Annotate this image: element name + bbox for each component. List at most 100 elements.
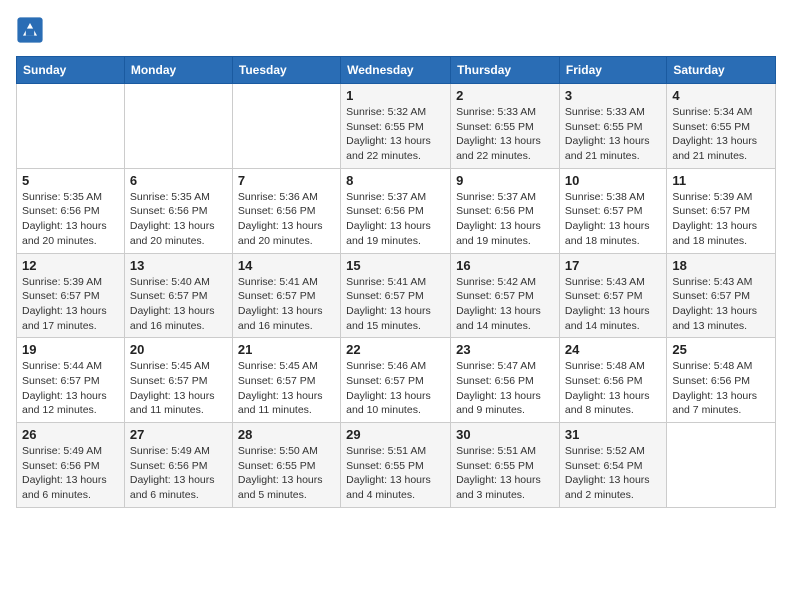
day-number: 31 bbox=[565, 427, 661, 442]
day-detail: Sunrise: 5:32 AM Sunset: 6:55 PM Dayligh… bbox=[346, 105, 445, 164]
day-number: 11 bbox=[672, 173, 770, 188]
day-number: 20 bbox=[130, 342, 227, 357]
calendar-cell: 13Sunrise: 5:40 AM Sunset: 6:57 PM Dayli… bbox=[124, 253, 232, 338]
calendar-cell: 19 Sunrise: 5:44 AM Sunset: 6:57 PM Dayli… bbox=[17, 338, 125, 423]
day-number: 25 bbox=[672, 342, 770, 357]
day-number: 15 bbox=[346, 258, 445, 273]
calendar-cell: 6Sunrise: 5:35 AM Sunset: 6:56 PM Daylig… bbox=[124, 168, 232, 253]
calendar-cell: 12 Sunrise: 5:39 AM Sunset: 6:57 PM Dayli… bbox=[17, 253, 125, 338]
calendar-cell: 4Sunrise: 5:34 AM Sunset: 6:55 PM Daylig… bbox=[667, 84, 776, 169]
calendar-cell bbox=[124, 84, 232, 169]
calendar-cell: 2Sunrise: 5:33 AM Sunset: 6:55 PM Daylig… bbox=[451, 84, 560, 169]
day-detail: Sunrise: 5:39 AM Sunset: 6:57 PM Dayligh… bbox=[22, 275, 119, 334]
day-number: 21 bbox=[238, 342, 335, 357]
calendar-cell: 26 Sunrise: 5:49 AM Sunset: 6:56 PM Dayli… bbox=[17, 423, 125, 508]
calendar-cell: 14 Sunrise: 5:41 AM Sunset: 6:57 PM Dayli… bbox=[232, 253, 340, 338]
calendar-cell: 10 Sunrise: 5:38 AM Sunset: 6:57 PM Dayli… bbox=[559, 168, 666, 253]
day-number: 14 bbox=[238, 258, 335, 273]
day-header: Tuesday bbox=[232, 57, 340, 84]
day-detail: Sunrise: 5:43 AM Sunset: 6:57 PM Dayligh… bbox=[565, 275, 661, 334]
day-detail: Sunrise: 5:44 AM Sunset: 6:57 PM Dayligh… bbox=[22, 359, 119, 418]
day-number: 6 bbox=[130, 173, 227, 188]
day-number: 7 bbox=[238, 173, 335, 188]
calendar-cell: 27Sunrise: 5:49 AM Sunset: 6:56 PM Dayli… bbox=[124, 423, 232, 508]
day-detail: Sunrise: 5:37 AM Sunset: 6:56 PM Dayligh… bbox=[346, 190, 445, 249]
day-detail: Sunrise: 5:34 AM Sunset: 6:55 PM Dayligh… bbox=[672, 105, 770, 164]
page-header bbox=[16, 16, 776, 44]
day-number: 19 bbox=[22, 342, 119, 357]
calendar-cell: 24Sunrise: 5:48 AM Sunset: 6:56 PM Dayli… bbox=[559, 338, 666, 423]
day-detail: Sunrise: 5:42 AM Sunset: 6:57 PM Dayligh… bbox=[456, 275, 554, 334]
calendar-cell: 23Sunrise: 5:47 AM Sunset: 6:56 PM Dayli… bbox=[451, 338, 560, 423]
day-detail: Sunrise: 5:52 AM Sunset: 6:54 PM Dayligh… bbox=[565, 444, 661, 503]
calendar-cell: 17 Sunrise: 5:43 AM Sunset: 6:57 PM Dayli… bbox=[559, 253, 666, 338]
calendar-cell: 31 Sunrise: 5:52 AM Sunset: 6:54 PM Dayli… bbox=[559, 423, 666, 508]
calendar-cell bbox=[232, 84, 340, 169]
day-number: 9 bbox=[456, 173, 554, 188]
day-header: Thursday bbox=[451, 57, 560, 84]
day-detail: Sunrise: 5:33 AM Sunset: 6:55 PM Dayligh… bbox=[565, 105, 661, 164]
day-number: 26 bbox=[22, 427, 119, 442]
calendar-cell: 21 Sunrise: 5:45 AM Sunset: 6:57 PM Dayli… bbox=[232, 338, 340, 423]
day-detail: Sunrise: 5:38 AM Sunset: 6:57 PM Dayligh… bbox=[565, 190, 661, 249]
day-detail: Sunrise: 5:41 AM Sunset: 6:57 PM Dayligh… bbox=[238, 275, 335, 334]
header-row: SundayMondayTuesdayWednesdayThursdayFrid… bbox=[17, 57, 776, 84]
day-number: 22 bbox=[346, 342, 445, 357]
day-detail: Sunrise: 5:43 AM Sunset: 6:57 PM Dayligh… bbox=[672, 275, 770, 334]
calendar-cell: 30 Sunrise: 5:51 AM Sunset: 6:55 PM Dayli… bbox=[451, 423, 560, 508]
calendar-cell: 7 Sunrise: 5:36 AM Sunset: 6:56 PM Daylig… bbox=[232, 168, 340, 253]
day-detail: Sunrise: 5:35 AM Sunset: 6:56 PM Dayligh… bbox=[22, 190, 119, 249]
logo-icon bbox=[16, 16, 44, 44]
day-number: 16 bbox=[456, 258, 554, 273]
day-detail: Sunrise: 5:45 AM Sunset: 6:57 PM Dayligh… bbox=[130, 359, 227, 418]
day-number: 17 bbox=[565, 258, 661, 273]
calendar-cell: 5Sunrise: 5:35 AM Sunset: 6:56 PM Daylig… bbox=[17, 168, 125, 253]
calendar-table: SundayMondayTuesdayWednesdayThursdayFrid… bbox=[16, 56, 776, 508]
calendar-week: 5Sunrise: 5:35 AM Sunset: 6:56 PM Daylig… bbox=[17, 168, 776, 253]
calendar-cell: 8 Sunrise: 5:37 AM Sunset: 6:56 PM Daylig… bbox=[341, 168, 451, 253]
day-number: 29 bbox=[346, 427, 445, 442]
calendar-cell: 29 Sunrise: 5:51 AM Sunset: 6:55 PM Dayli… bbox=[341, 423, 451, 508]
day-detail: Sunrise: 5:41 AM Sunset: 6:57 PM Dayligh… bbox=[346, 275, 445, 334]
calendar-cell: 22 Sunrise: 5:46 AM Sunset: 6:57 PM Dayli… bbox=[341, 338, 451, 423]
logo bbox=[16, 16, 48, 44]
day-detail: Sunrise: 5:51 AM Sunset: 6:55 PM Dayligh… bbox=[346, 444, 445, 503]
day-number: 1 bbox=[346, 88, 445, 103]
day-header: Sunday bbox=[17, 57, 125, 84]
day-detail: Sunrise: 5:46 AM Sunset: 6:57 PM Dayligh… bbox=[346, 359, 445, 418]
calendar-week: 1 Sunrise: 5:32 AM Sunset: 6:55 PM Daylig… bbox=[17, 84, 776, 169]
day-number: 28 bbox=[238, 427, 335, 442]
day-number: 13 bbox=[130, 258, 227, 273]
day-detail: Sunrise: 5:39 AM Sunset: 6:57 PM Dayligh… bbox=[672, 190, 770, 249]
calendar-week: 26 Sunrise: 5:49 AM Sunset: 6:56 PM Dayli… bbox=[17, 423, 776, 508]
calendar-cell: 15 Sunrise: 5:41 AM Sunset: 6:57 PM Dayli… bbox=[341, 253, 451, 338]
day-detail: Sunrise: 5:51 AM Sunset: 6:55 PM Dayligh… bbox=[456, 444, 554, 503]
calendar-cell: 3 Sunrise: 5:33 AM Sunset: 6:55 PM Daylig… bbox=[559, 84, 666, 169]
calendar-cell: 16 Sunrise: 5:42 AM Sunset: 6:57 PM Dayli… bbox=[451, 253, 560, 338]
day-header: Wednesday bbox=[341, 57, 451, 84]
calendar-cell: 9Sunrise: 5:37 AM Sunset: 6:56 PM Daylig… bbox=[451, 168, 560, 253]
day-number: 12 bbox=[22, 258, 119, 273]
calendar-cell bbox=[667, 423, 776, 508]
day-number: 10 bbox=[565, 173, 661, 188]
day-number: 3 bbox=[565, 88, 661, 103]
day-detail: Sunrise: 5:48 AM Sunset: 6:56 PM Dayligh… bbox=[672, 359, 770, 418]
day-header: Friday bbox=[559, 57, 666, 84]
calendar-cell: 28 Sunrise: 5:50 AM Sunset: 6:55 PM Dayli… bbox=[232, 423, 340, 508]
day-detail: Sunrise: 5:49 AM Sunset: 6:56 PM Dayligh… bbox=[22, 444, 119, 503]
day-number: 30 bbox=[456, 427, 554, 442]
day-number: 18 bbox=[672, 258, 770, 273]
calendar-cell: 25 Sunrise: 5:48 AM Sunset: 6:56 PM Dayli… bbox=[667, 338, 776, 423]
day-detail: Sunrise: 5:36 AM Sunset: 6:56 PM Dayligh… bbox=[238, 190, 335, 249]
calendar-cell bbox=[17, 84, 125, 169]
calendar-cell: 20 Sunrise: 5:45 AM Sunset: 6:57 PM Dayli… bbox=[124, 338, 232, 423]
day-detail: Sunrise: 5:45 AM Sunset: 6:57 PM Dayligh… bbox=[238, 359, 335, 418]
day-detail: Sunrise: 5:50 AM Sunset: 6:55 PM Dayligh… bbox=[238, 444, 335, 503]
calendar-week: 19 Sunrise: 5:44 AM Sunset: 6:57 PM Dayli… bbox=[17, 338, 776, 423]
calendar-cell: 1 Sunrise: 5:32 AM Sunset: 6:55 PM Daylig… bbox=[341, 84, 451, 169]
day-number: 2 bbox=[456, 88, 554, 103]
day-number: 8 bbox=[346, 173, 445, 188]
day-header: Saturday bbox=[667, 57, 776, 84]
day-number: 24 bbox=[565, 342, 661, 357]
day-number: 27 bbox=[130, 427, 227, 442]
